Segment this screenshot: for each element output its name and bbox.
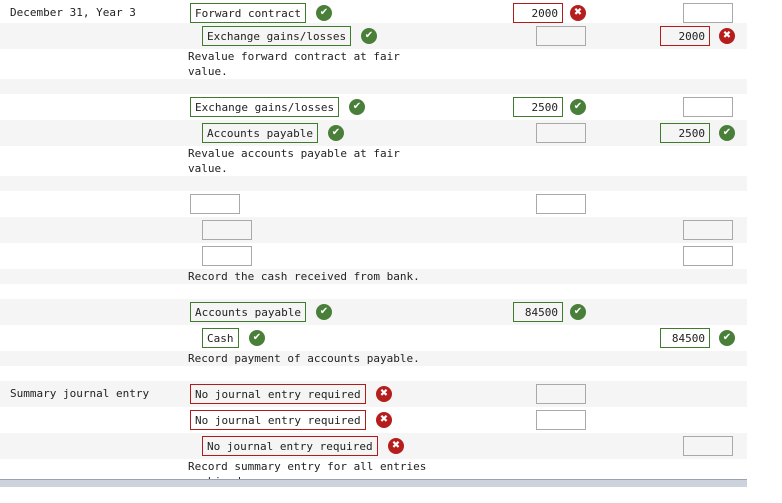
credit-input[interactable]: 2500 (660, 123, 710, 143)
journal-row (0, 284, 747, 299)
check-circle-icon: ✔ (719, 125, 735, 141)
account-select[interactable]: Accounts payable (190, 302, 306, 322)
account-select[interactable] (190, 194, 240, 214)
credit-input[interactable] (683, 97, 733, 117)
bottom-scrollbar[interactable] (0, 479, 747, 487)
journal-row: Revalue forward contract at fair value. (0, 49, 747, 79)
check-circle-icon: ✔ (570, 304, 586, 320)
check-circle-icon: ✔ (328, 125, 344, 141)
account-select[interactable]: Exchange gains/losses (190, 97, 340, 117)
debit-input[interactable] (536, 410, 586, 430)
entry-memo: Record the cash received from bank. (188, 270, 420, 283)
journal-row: No journal entry required ✖ (0, 433, 747, 459)
debit-input[interactable] (536, 194, 586, 214)
journal-row (0, 366, 747, 381)
debit-input[interactable]: 2500 (513, 97, 563, 117)
x-circle-icon: ✖ (570, 5, 586, 21)
journal-row: No journal entry required ✖ (0, 407, 747, 433)
debit-input[interactable] (536, 26, 586, 46)
journal-row (0, 217, 747, 243)
entry-memo: Revalue accounts payable at fair value. (188, 147, 400, 175)
account-select[interactable]: Accounts payable (202, 123, 318, 143)
x-circle-icon: ✖ (719, 28, 735, 44)
credit-input[interactable] (683, 220, 733, 240)
journal-row: Record summary entry for all entries com… (0, 459, 747, 488)
account-select[interactable]: No journal entry required (190, 384, 366, 404)
credit-input[interactable] (683, 436, 733, 456)
account-select[interactable]: Cash (202, 328, 239, 348)
check-circle-icon: ✔ (316, 5, 332, 21)
journal-row: Summary journal entry No journal entry re… (0, 381, 747, 407)
journal-row (0, 191, 747, 217)
account-select[interactable]: No journal entry required (190, 410, 366, 430)
check-circle-icon: ✔ (719, 330, 735, 346)
journal-row (0, 79, 747, 94)
account-select[interactable]: Forward contract (190, 3, 306, 23)
account-select[interactable]: No journal entry required (202, 436, 378, 456)
entry-memo: Revalue forward contract at fair value. (188, 50, 400, 78)
journal-row: Exchange gains/losses 2000 ✖ ✔ (0, 23, 747, 49)
credit-input[interactable] (683, 246, 733, 266)
journal-row: Accounts payable 2500 ✔ ✔ (0, 120, 747, 146)
debit-input[interactable] (536, 384, 586, 404)
journal-row (0, 243, 747, 269)
check-circle-icon: ✔ (249, 330, 265, 346)
credit-input[interactable]: 84500 (660, 328, 710, 348)
journal-row: Revalue accounts payable at fair value. (0, 146, 747, 176)
check-circle-icon: ✔ (316, 304, 332, 320)
journal-row: Accounts payable 84500 ✔ ✔ (0, 299, 747, 325)
x-circle-icon: ✖ (388, 438, 404, 454)
journal-row (0, 176, 747, 191)
x-circle-icon: ✖ (376, 412, 392, 428)
entry-date-label: December 31, Year 3 (10, 6, 136, 19)
account-select[interactable] (202, 246, 252, 266)
debit-input[interactable]: 2000 (513, 3, 563, 23)
credit-input[interactable] (683, 3, 733, 23)
entry-memo: Record payment of accounts payable. (188, 352, 420, 365)
debit-input[interactable]: 84500 (513, 302, 563, 322)
check-circle-icon: ✔ (349, 99, 365, 115)
journal-row: Record the cash received from bank. (0, 269, 747, 284)
account-select[interactable] (202, 220, 252, 240)
check-circle-icon: ✔ (570, 99, 586, 115)
debit-input[interactable] (536, 123, 586, 143)
journal-row: Cash 84500 ✔ ✔ (0, 325, 747, 351)
entry-date-label: Summary journal entry (10, 387, 150, 400)
journal-row: December 31, Year 3 Forward contract 2000 ✖… (0, 0, 747, 23)
check-circle-icon: ✔ (361, 28, 377, 44)
journal-row: Exchange gains/losses 2500 ✔ ✔ (0, 94, 747, 120)
x-circle-icon: ✖ (376, 386, 392, 402)
journal-row: Record payment of accounts payable. (0, 351, 747, 366)
credit-input[interactable]: 2000 (660, 26, 710, 46)
account-select[interactable]: Exchange gains/losses (202, 26, 352, 46)
